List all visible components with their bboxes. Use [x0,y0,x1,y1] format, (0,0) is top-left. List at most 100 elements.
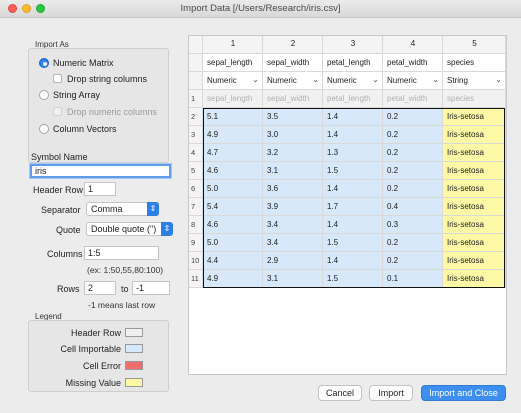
header-row-cell: sepal_width [263,90,323,108]
rows-to-label: to [121,284,129,294]
column-name-header[interactable]: species [443,54,506,72]
numeric-matrix-radio[interactable] [39,58,49,68]
table-cell[interactable]: 3.4 [263,234,323,252]
table-cell[interactable]: 4.6 [203,216,263,234]
table-cell[interactable]: 5.4 [203,198,263,216]
table-cell[interactable]: 1.4 [323,126,383,144]
table-cell[interactable]: 4.6 [203,162,263,180]
table-cell[interactable]: 1.5 [323,234,383,252]
column-type-select[interactable]: Numeric ⌄ [323,72,383,90]
columns-input[interactable] [84,246,159,260]
column-number-header[interactable]: 5 [443,36,506,54]
table-cell[interactable]: 3.0 [263,126,323,144]
table-cell[interactable]: 5.0 [203,180,263,198]
row-number: 3 [189,126,203,144]
table-cell[interactable]: 3.1 [263,162,323,180]
table-cell[interactable]: 0.2 [383,162,443,180]
header-row-label: Header Row [33,185,84,195]
drop-numeric-columns-checkbox[interactable] [53,107,62,116]
column-name-header[interactable]: sepal_length [203,54,263,72]
table-cell[interactable]: Iris-setosa [443,108,506,126]
header-row-cell: species [443,90,506,108]
table-cell[interactable]: Iris-setosa [443,162,506,180]
table-cell[interactable]: 0.4 [383,198,443,216]
column-type-value: Numeric [387,76,417,85]
table-cell[interactable]: 0.2 [383,144,443,162]
separator-popup[interactable]: Comma ⇕ [86,202,159,216]
column-type-select[interactable]: String ⌄ [443,72,506,90]
table-cell[interactable]: 1.5 [323,162,383,180]
table-cell[interactable]: 3.5 [263,108,323,126]
table-cell[interactable]: Iris-setosa [443,234,506,252]
table-cell[interactable]: 4.7 [203,144,263,162]
column-vectors-label[interactable]: Column Vectors [53,124,117,134]
rows-hint: -1 means last row [88,300,156,310]
table-cell[interactable]: Iris-setosa [443,198,506,216]
table-cell[interactable]: 0.3 [383,216,443,234]
table-cell[interactable]: 4.9 [203,270,263,288]
table-cell[interactable]: 1.4 [323,216,383,234]
column-name-header[interactable]: petal_width [383,54,443,72]
table-cell[interactable]: 3.6 [263,180,323,198]
table-cell[interactable]: 5.1 [203,108,263,126]
string-array-radio[interactable] [39,90,49,100]
chevron-updown-icon: ⇕ [161,222,173,236]
column-number-header[interactable]: 4 [383,36,443,54]
cancel-button[interactable]: Cancel [318,385,362,401]
table-cell[interactable]: 1.4 [323,252,383,270]
table-cell[interactable]: Iris-setosa [443,126,506,144]
string-array-label[interactable]: String Array [53,90,100,100]
header-row-input[interactable] [84,182,116,196]
table-cell[interactable]: 4.4 [203,252,263,270]
rows-from-input[interactable] [84,281,116,295]
table-cell[interactable]: 3.1 [263,270,323,288]
table-cell[interactable]: Iris-setosa [443,180,506,198]
column-name-header[interactable]: sepal_width [263,54,323,72]
title-bar: Import Data [/Users/Research/iris.csv] [0,0,521,18]
import-button[interactable]: Import [369,385,413,401]
table-cell[interactable]: 1.7 [323,198,383,216]
column-vectors-radio[interactable] [39,124,49,134]
table-cell[interactable]: 0.2 [383,234,443,252]
table-cell[interactable]: 5.0 [203,234,263,252]
quote-popup[interactable]: Double quote (") ⇕ [86,222,173,236]
column-type-select[interactable]: Numeric ⌄ [383,72,443,90]
table-cell[interactable]: 1.4 [323,108,383,126]
table-cell[interactable]: 0.2 [383,108,443,126]
drop-string-columns-label[interactable]: Drop string columns [67,74,147,84]
table-cell[interactable]: 0.2 [383,180,443,198]
rows-to-input[interactable] [132,281,170,295]
table-cell[interactable]: 4.9 [203,126,263,144]
columns-hint: (ex: 1:50,55,80:100) [87,265,164,275]
table-cell[interactable]: Iris-setosa [443,270,506,288]
table-cell[interactable]: Iris-setosa [443,216,506,234]
table-cell[interactable]: 0.1 [383,270,443,288]
rows-label: Rows [57,284,80,294]
column-type-select[interactable]: Numeric ⌄ [263,72,323,90]
table-cell[interactable]: 2.9 [263,252,323,270]
table-cell[interactable]: 0.2 [383,126,443,144]
table-cell[interactable]: 0.2 [383,252,443,270]
table-cell[interactable]: 1.3 [323,144,383,162]
legend-missing-value-label: Missing Value [65,378,121,388]
import-and-close-button[interactable]: Import and Close [421,385,506,401]
column-type-select[interactable]: Numeric ⌄ [203,72,263,90]
chevron-down-icon: ⌄ [495,75,502,84]
table-cell[interactable]: 3.9 [263,198,323,216]
table-cell[interactable]: 1.5 [323,270,383,288]
table-cell[interactable]: 3.4 [263,216,323,234]
symbol-name-input[interactable] [30,164,171,178]
legend-missing-value-swatch [125,378,143,387]
numeric-matrix-label[interactable]: Numeric Matrix [53,58,114,68]
table-cell[interactable]: Iris-setosa [443,252,506,270]
table-cell[interactable]: 1.4 [323,180,383,198]
table-cell[interactable]: 3.2 [263,144,323,162]
grid-corner [189,36,203,54]
drop-string-columns-checkbox[interactable] [53,74,62,83]
column-number-header[interactable]: 1 [203,36,263,54]
column-number-header[interactable]: 2 [263,36,323,54]
table-cell[interactable]: Iris-setosa [443,144,506,162]
data-preview-table[interactable]: 1 sepal_length Numeric ⌄ 2 sepal_width Numeric… [188,35,507,375]
column-number-header[interactable]: 3 [323,36,383,54]
column-name-header[interactable]: petal_length [323,54,383,72]
